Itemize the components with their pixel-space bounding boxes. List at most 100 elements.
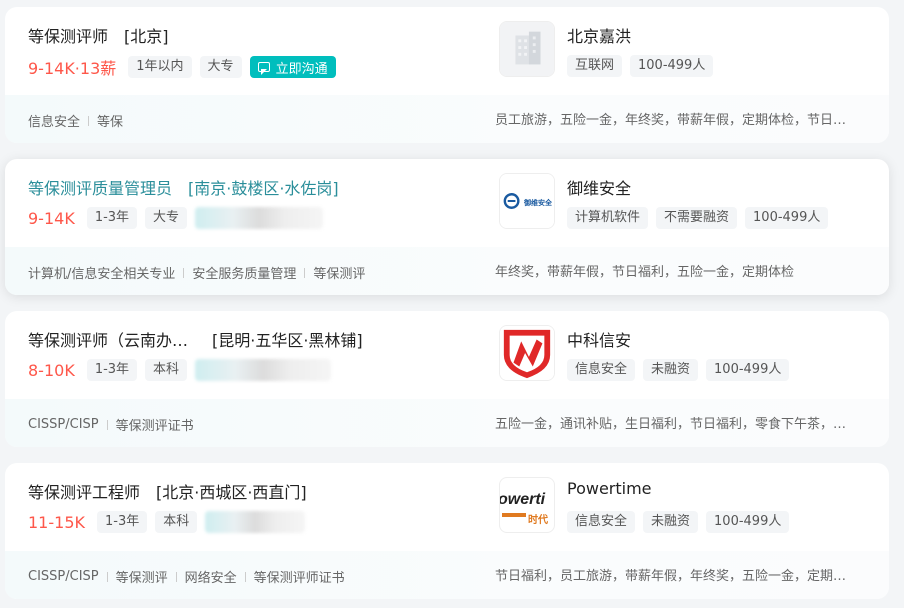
company-tag-industry: 信息安全 xyxy=(567,359,636,381)
company-tag-size: 100-499人 xyxy=(745,207,829,229)
skill-tag: CISSP/CISP xyxy=(28,417,99,432)
job-salary: 9-14K xyxy=(28,208,75,228)
recruiter-info-blurred xyxy=(195,207,324,229)
company-tag-funding: 不需要融资 xyxy=(656,207,738,229)
job-card-bottom: CISSP/CISP 等保测评证书 五险一金，通讯补贴，生日福利，节日福利，零食… xyxy=(5,399,889,447)
job-title-row[interactable]: 等保测评工程师 [北京·西城区·西直门] xyxy=(28,479,307,503)
job-tag-degree: 本科 xyxy=(155,511,198,533)
job-location: [北京] xyxy=(124,27,169,46)
job-card-top: 等保测评工程师 [北京·西城区·西直门] 11-15K 1-3年 本科 ower… xyxy=(5,463,889,551)
job-location: [南京·鼓楼区·水佐岗] xyxy=(188,179,339,198)
job-card-top: 等保测评师（云南办事处） [昆明·五华区·黑林铺] 8-10K 1-3年 本科 … xyxy=(5,311,889,399)
company-welfare: 员工旅游，五险一金，年终奖，带薪年假，定期体检，节日福利 xyxy=(495,113,855,128)
job-salary: 9-14K·13薪 xyxy=(28,59,117,78)
job-card[interactable]: 等保测评工程师 [北京·西城区·西直门] 11-15K 1-3年 本科 ower… xyxy=(5,463,889,599)
company-tag-size: 100-499人 xyxy=(706,511,790,533)
skill-tag: 计算机/信息安全相关专业 xyxy=(28,267,176,282)
company-welfare: 节日福利，员工旅游，带薪年假，年终奖，五险一金，定期体检 xyxy=(495,569,855,584)
powertime-logo: owerti 时代 xyxy=(499,478,554,532)
skill-tag: 网络安全 xyxy=(184,571,237,586)
company-welfare: 五险一金，通讯补贴，生日福利，节日福利，零食下午茶，带薪年假 xyxy=(495,417,855,432)
building-icon xyxy=(500,22,554,76)
skill-tags: 计算机/信息安全相关专业 安全服务质量管理 等保测评 xyxy=(28,263,365,282)
skill-tag: 等保测评 xyxy=(313,267,366,282)
job-tag-experience: 1-3年 xyxy=(86,207,138,229)
skill-tag: 等保 xyxy=(97,115,124,130)
job-tag-degree: 大专 xyxy=(199,56,242,78)
divider xyxy=(106,419,108,430)
company-tag-funding: 未融资 xyxy=(643,359,699,381)
job-card-bottom: CISSP/CISP 等保测评 网络安全 等保测评师证书 节日福利，员工旅游，带… xyxy=(5,551,889,599)
job-card[interactable]: 等保测评师（云南办事处） [昆明·五华区·黑林铺] 8-10K 1-3年 本科 … xyxy=(5,311,889,447)
skill-tag: 等保测评 xyxy=(115,571,168,586)
job-card[interactable]: 等保测评质量管理员 [南京·鼓楼区·水佐岗] 9-14K 1-3年 大专 御维安… xyxy=(5,159,889,295)
skill-tag: 安全服务质量管理 xyxy=(192,267,297,282)
job-salary: 11-15K xyxy=(28,512,85,532)
job-info-row: 11-15K 1-3年 本科 xyxy=(28,511,306,533)
job-tag-degree: 本科 xyxy=(145,359,188,381)
logo-text: owerti xyxy=(499,491,546,508)
chat-now-label: 立即沟通 xyxy=(275,61,328,77)
divider xyxy=(175,571,177,582)
chat-icon xyxy=(257,62,270,75)
company-tags: 互联网 100-499人 xyxy=(567,55,714,77)
skill-tags: 信息安全 等保 xyxy=(28,111,123,130)
job-info-row: 8-10K 1-3年 本科 xyxy=(28,359,332,381)
skill-tags: CISSP/CISP 等保测评证书 xyxy=(28,415,194,434)
job-list: 等保测评师 [北京] 9-14K·13薪 1年以内 大专 立即沟通 北京嘉洪 互… xyxy=(0,0,904,608)
divider xyxy=(183,267,185,278)
company-tag-size: 100-499人 xyxy=(706,359,790,381)
shield-n-icon xyxy=(500,326,554,380)
job-location: [昆明·五华区·黑林铺] xyxy=(212,331,363,350)
logo-subtext: 时代 xyxy=(528,515,548,526)
job-tag-degree: 大专 xyxy=(145,207,188,229)
job-card-top: 等保测评师 [北京] 9-14K·13薪 1年以内 大专 立即沟通 北京嘉洪 互… xyxy=(5,7,889,95)
job-name[interactable]: 等保测评质量管理员 xyxy=(28,175,172,199)
skill-tags: CISSP/CISP 等保测评 网络安全 等保测评师证书 xyxy=(28,567,345,586)
company-name[interactable]: Powertime xyxy=(567,479,652,498)
company-tag-industry: 计算机软件 xyxy=(567,207,649,229)
logo-bar xyxy=(502,513,526,517)
skill-tag: 等保测评师证书 xyxy=(253,571,345,586)
job-card-bottom: 计算机/信息安全相关专业 安全服务质量管理 等保测评 年终奖，带薪年假，节日福利… xyxy=(5,247,889,295)
company-tags: 信息安全 未融资 100-499人 xyxy=(567,359,790,381)
job-info-row: 9-14K 1-3年 大专 xyxy=(28,207,324,229)
chat-now-button[interactable]: 立即沟通 xyxy=(249,56,336,78)
job-tag-experience: 1年以内 xyxy=(128,56,192,78)
skill-tag: 信息安全 xyxy=(28,115,81,130)
recruiter-info-blurred xyxy=(205,511,306,533)
company-name[interactable]: 中科信安 xyxy=(567,327,631,351)
company-tag-size: 100-499人 xyxy=(630,55,714,77)
company-tag-industry: 互联网 xyxy=(567,55,623,77)
job-title-row[interactable]: 等保测评质量管理员 [南京·鼓楼区·水佐岗] xyxy=(28,175,339,199)
company-tag-industry: 信息安全 xyxy=(567,511,636,533)
job-card-top: 等保测评质量管理员 [南京·鼓楼区·水佐岗] 9-14K 1-3年 大专 御维安… xyxy=(5,159,889,247)
job-location: [北京·西城区·西直门] xyxy=(156,483,307,502)
company-logo[interactable]: 御维安全 xyxy=(499,173,555,229)
job-tag-experience: 1-3年 xyxy=(96,511,148,533)
company-name[interactable]: 北京嘉洪 xyxy=(567,23,631,47)
company-logo[interactable]: owerti 时代 xyxy=(499,477,555,533)
recruiter-info-blurred xyxy=(195,359,332,381)
company-logo[interactable] xyxy=(499,325,555,381)
job-info-row: 9-14K·13薪 1年以内 大专 立即沟通 xyxy=(28,55,336,79)
company-logo[interactable] xyxy=(499,21,555,77)
job-name[interactable]: 等保测评师（云南办事处） xyxy=(28,327,196,351)
job-name[interactable]: 等保测评师 xyxy=(28,23,108,47)
skill-tag: CISSP/CISP xyxy=(28,569,99,584)
job-name[interactable]: 等保测评工程师 xyxy=(28,479,140,503)
job-title-row[interactable]: 等保测评师（云南办事处） [昆明·五华区·黑林铺] xyxy=(28,327,363,351)
divider xyxy=(304,267,306,278)
company-tags: 信息安全 未融资 100-499人 xyxy=(567,511,790,533)
skill-tag: 等保测评证书 xyxy=(115,419,194,434)
divider xyxy=(106,571,108,582)
divider xyxy=(88,115,90,126)
job-card[interactable]: 等保测评师 [北京] 9-14K·13薪 1年以内 大专 立即沟通 北京嘉洪 互… xyxy=(5,7,889,143)
job-tag-experience: 1-3年 xyxy=(86,359,138,381)
job-title-row[interactable]: 等保测评师 [北京] xyxy=(28,23,169,47)
job-card-bottom: 信息安全 等保 员工旅游，五险一金，年终奖，带薪年假，定期体检，节日福利 xyxy=(5,95,889,143)
company-name[interactable]: 御维安全 xyxy=(567,175,631,199)
logo-text: 御维安全 xyxy=(524,199,552,207)
divider xyxy=(244,571,246,582)
company-tags: 计算机软件 不需要融资 100-499人 xyxy=(567,207,829,229)
